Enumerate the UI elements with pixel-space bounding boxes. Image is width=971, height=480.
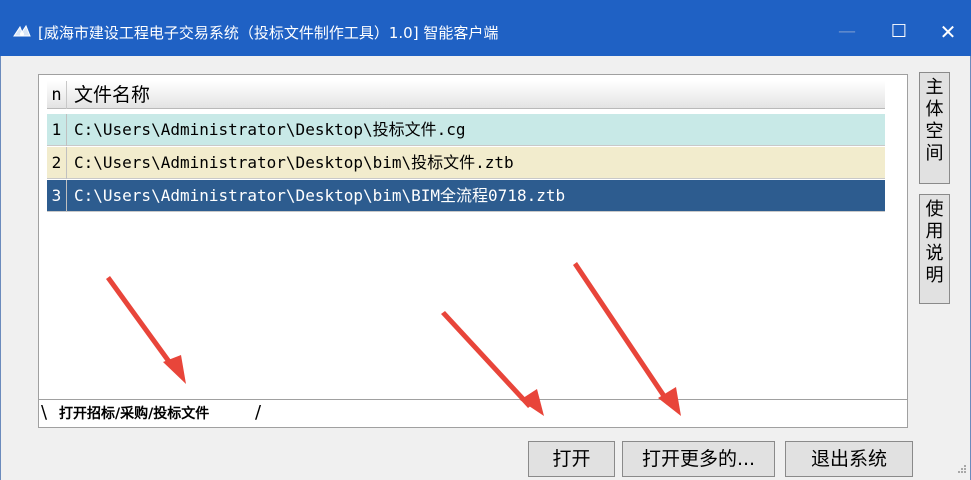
minimize-icon[interactable]: — <box>824 14 870 50</box>
close-icon[interactable]: ✕ <box>925 14 971 50</box>
file-path: C:\Users\Administrator\Desktop\bim\BIM全流… <box>74 186 566 205</box>
main-space-char: 间 <box>925 143 944 164</box>
resize-grip-icon[interactable] <box>955 464 967 476</box>
tab-edge-right: / <box>255 402 262 423</box>
open-more-button[interactable]: 打开更多的... <box>622 441 775 477</box>
column-header-n[interactable]: n <box>47 81 67 109</box>
tab-open-files[interactable]: \ 打开招标/采购/投标文件 / <box>41 400 281 426</box>
user-manual-char: 用 <box>925 221 944 242</box>
file-path: C:\Users\Administrator\Desktop\bim\投标文件.… <box>74 153 514 172</box>
main-space-char: 主 <box>925 77 944 98</box>
main-space-char: 体 <box>925 99 944 120</box>
maximize-icon[interactable]: ☐ <box>876 14 922 50</box>
user-manual-button[interactable]: 使 用 说 明 <box>919 194 950 304</box>
window-title: [威海市建设工程电子交易系统（投标文件制作工具）1.0] 智能客户端 <box>38 24 499 42</box>
user-manual-char: 说 <box>925 243 944 264</box>
file-row[interactable]: 1 C:\Users\Administrator\Desktop\投标文件.cg <box>47 114 885 146</box>
file-row[interactable]: 2 C:\Users\Administrator\Desktop\bim\投标文… <box>47 147 885 179</box>
main-space-char: 空 <box>925 121 944 142</box>
exit-system-button[interactable]: 退出系统 <box>785 441 913 477</box>
file-row-selected[interactable]: 3 C:\Users\Administrator\Desktop\bim\BIM… <box>47 180 885 212</box>
row-index: 3 <box>47 180 67 212</box>
title-bar[interactable]: [威海市建设工程电子交易系统（投标文件制作工具）1.0] 智能客户端 — ☐ ✕ <box>0 0 971 56</box>
column-header-filename[interactable]: 文件名称 <box>74 81 150 109</box>
user-manual-char: 明 <box>925 265 944 286</box>
open-button[interactable]: 打开 <box>528 441 615 477</box>
tab-edge-left: \ <box>41 402 48 423</box>
file-list-header: n 文件名称 <box>47 81 885 109</box>
user-manual-char: 使 <box>925 199 944 220</box>
row-index: 2 <box>47 147 67 179</box>
main-space-button[interactable]: 主 体 空 间 <box>919 72 950 184</box>
row-index: 1 <box>47 114 67 146</box>
file-list-panel: n 文件名称 1 C:\Users\Administrator\Desktop\… <box>38 74 908 428</box>
file-path: C:\Users\Administrator\Desktop\投标文件.cg <box>74 120 466 139</box>
tab-strip: \ 打开招标/采购/投标文件 / <box>39 399 907 427</box>
app-icon <box>13 24 31 37</box>
tab-label: 打开招标/采购/投标文件 <box>59 406 210 422</box>
